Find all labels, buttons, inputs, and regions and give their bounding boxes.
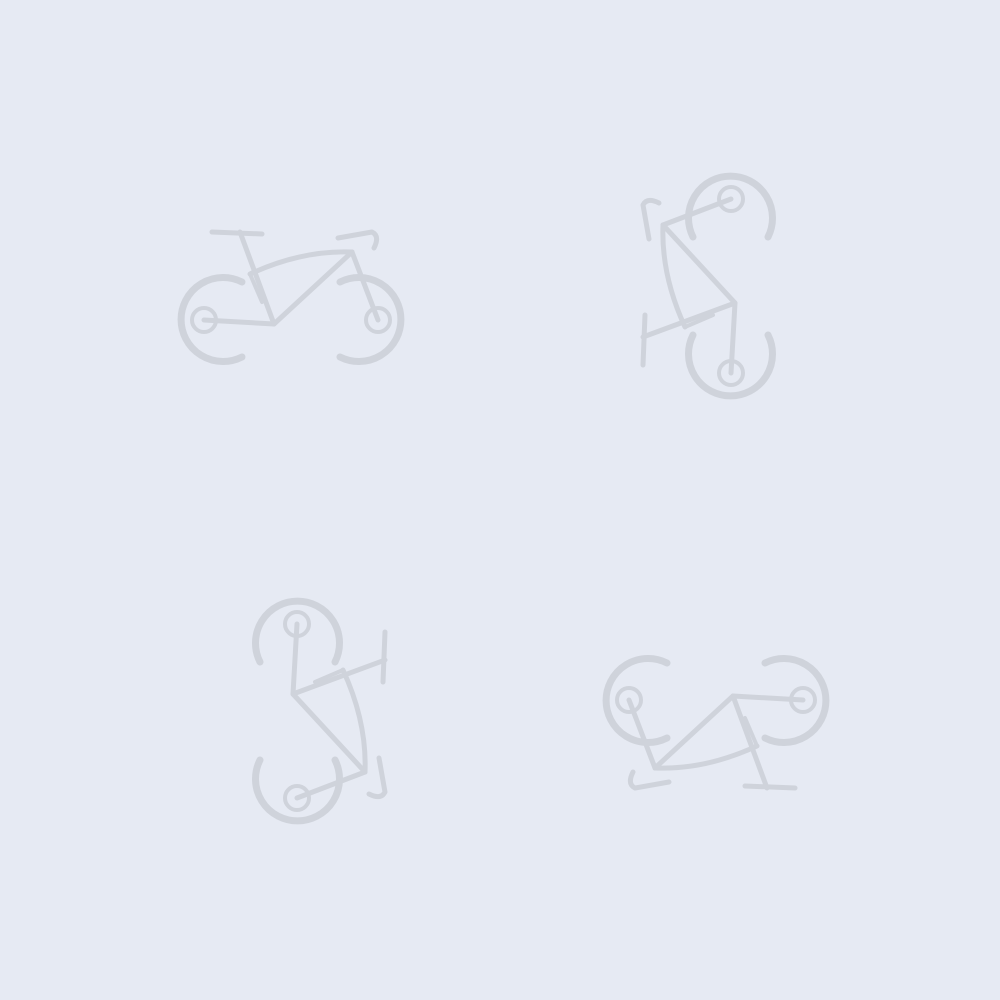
bicycle-icon [235, 582, 395, 842]
bicycle-icon [162, 222, 422, 382]
bicycle-icon [633, 155, 793, 415]
bicycle-icon [585, 638, 845, 798]
bicycle-pattern-background [0, 0, 1000, 1000]
